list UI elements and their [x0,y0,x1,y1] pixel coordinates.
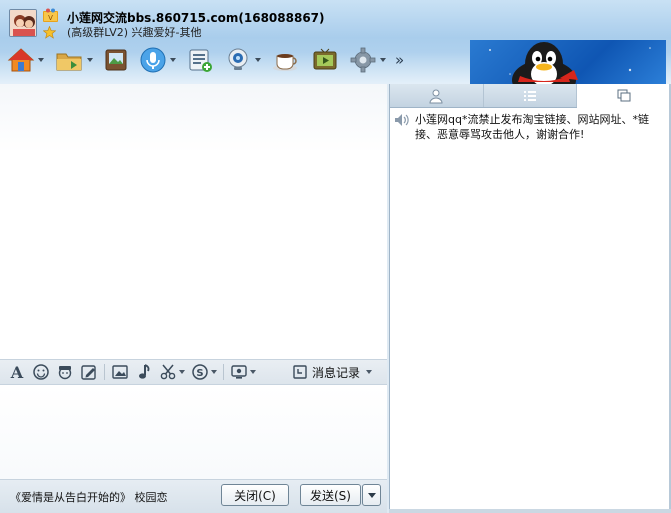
shared-files-dropdown-arrow[interactable] [87,58,93,62]
vip-group-icon: V [43,8,58,22]
bottom-bar: 《爱情是从告白开始的》 校园恋 关闭(C) 发送(S) [0,479,387,513]
clock-icon [293,365,307,379]
group-avatar[interactable] [9,9,37,37]
album-button[interactable] [100,43,132,77]
screenshot-button[interactable] [156,361,188,383]
send-button[interactable]: 发送(S) [300,484,361,506]
music-icon [139,364,150,379]
more-tools-button[interactable]: » [395,43,404,77]
group-info: (高级群LV2) 兴趣爱好-其他 [67,26,202,39]
svg-text:S: S [196,368,203,379]
shared-files-button[interactable] [51,43,96,77]
message-display-area[interactable] [0,84,387,359]
message-input[interactable] [0,385,387,479]
message-log-dropdown-arrow[interactable] [366,370,373,374]
magic-face-button[interactable] [53,361,77,383]
list-icon [524,90,536,101]
s-icon: S [192,364,208,380]
emoji-button[interactable] [29,361,53,383]
tab-list[interactable] [484,84,578,107]
chevron-down-icon [367,492,376,498]
send-options-button[interactable] [362,484,381,506]
voice-button[interactable] [136,43,179,77]
smiley-icon [33,364,49,380]
screen-icon [231,365,247,379]
members-icon [429,89,443,103]
tv-icon [313,48,337,70]
sticker-icon [58,366,72,380]
font-button[interactable]: A [5,361,29,383]
s-dropdown-arrow[interactable] [211,370,217,374]
scissors-icon [160,364,176,380]
music-button[interactable] [132,361,156,383]
qq-banner[interactable] [470,40,666,84]
handwriting-button[interactable] [77,361,101,383]
webcam-icon [228,48,248,70]
tab-members[interactable] [390,84,484,107]
album-icon [105,49,127,71]
list-add-icon [189,49,212,72]
home-icon [7,48,35,72]
format-toolbar: A S 消息记录 [0,359,387,385]
home-button[interactable] [4,43,47,77]
title-bar: V 小莲网交流bbs.860715.com(168088867) (高级群LV2… [0,0,671,84]
format-separator [223,364,224,380]
screenshot-dropdown-arrow[interactable] [179,370,185,374]
message-log-label: 消息记录 [312,365,361,380]
gear-icon [350,47,376,73]
video-button[interactable] [221,43,264,77]
penguin-icon [489,42,651,84]
coffee-button[interactable] [268,43,304,77]
side-panel-tabs [390,84,671,108]
group-activity-button[interactable] [183,43,217,77]
svg-text:A: A [10,363,24,381]
settings-button[interactable] [346,43,389,77]
image-icon [112,365,128,379]
coffee-icon [273,54,297,71]
close-button[interactable]: 关闭(C) [221,484,289,506]
group-side-panel: 小莲网qq*流禁止发布淘宝链接、网站网址、*链接、恶意辱骂攻击他人，谢谢合作! [389,84,671,509]
group-announcement: 小莲网qq*流禁止发布淘宝链接、网站网址、*链接、恶意辱骂攻击他人，谢谢合作! [394,112,662,142]
now-playing-song[interactable]: 《爱情是从告白开始的》 校园恋 [10,489,168,505]
s-button[interactable]: S [188,361,220,383]
message-log-button[interactable]: 消息记录 [293,362,373,382]
send-image-button[interactable] [108,361,132,383]
svg-text:V: V [48,14,53,22]
screen-share-button[interactable] [227,361,259,383]
speaker-icon [395,114,409,126]
level-star-icon [43,26,56,39]
font-icon: A [10,363,24,381]
window-border [389,509,671,513]
edit-icon [81,365,96,380]
home-dropdown-arrow[interactable] [38,58,44,62]
video-dropdown-arrow[interactable] [255,58,261,62]
announcement-text: 小莲网qq*流禁止发布淘宝链接、网站网址、*链接、恶意辱骂攻击他人，谢谢合作! [415,113,649,141]
main-toolbar: » [4,42,404,78]
tab-windows[interactable] [577,84,671,108]
windows-icon [617,89,631,101]
voice-dropdown-arrow[interactable] [170,58,176,62]
settings-dropdown-arrow[interactable] [380,58,386,62]
screen-share-dropdown-arrow[interactable] [250,370,256,374]
format-separator [104,364,105,380]
voice-icon [140,47,166,73]
folder-icon [56,53,82,71]
tv-button[interactable] [308,43,342,77]
